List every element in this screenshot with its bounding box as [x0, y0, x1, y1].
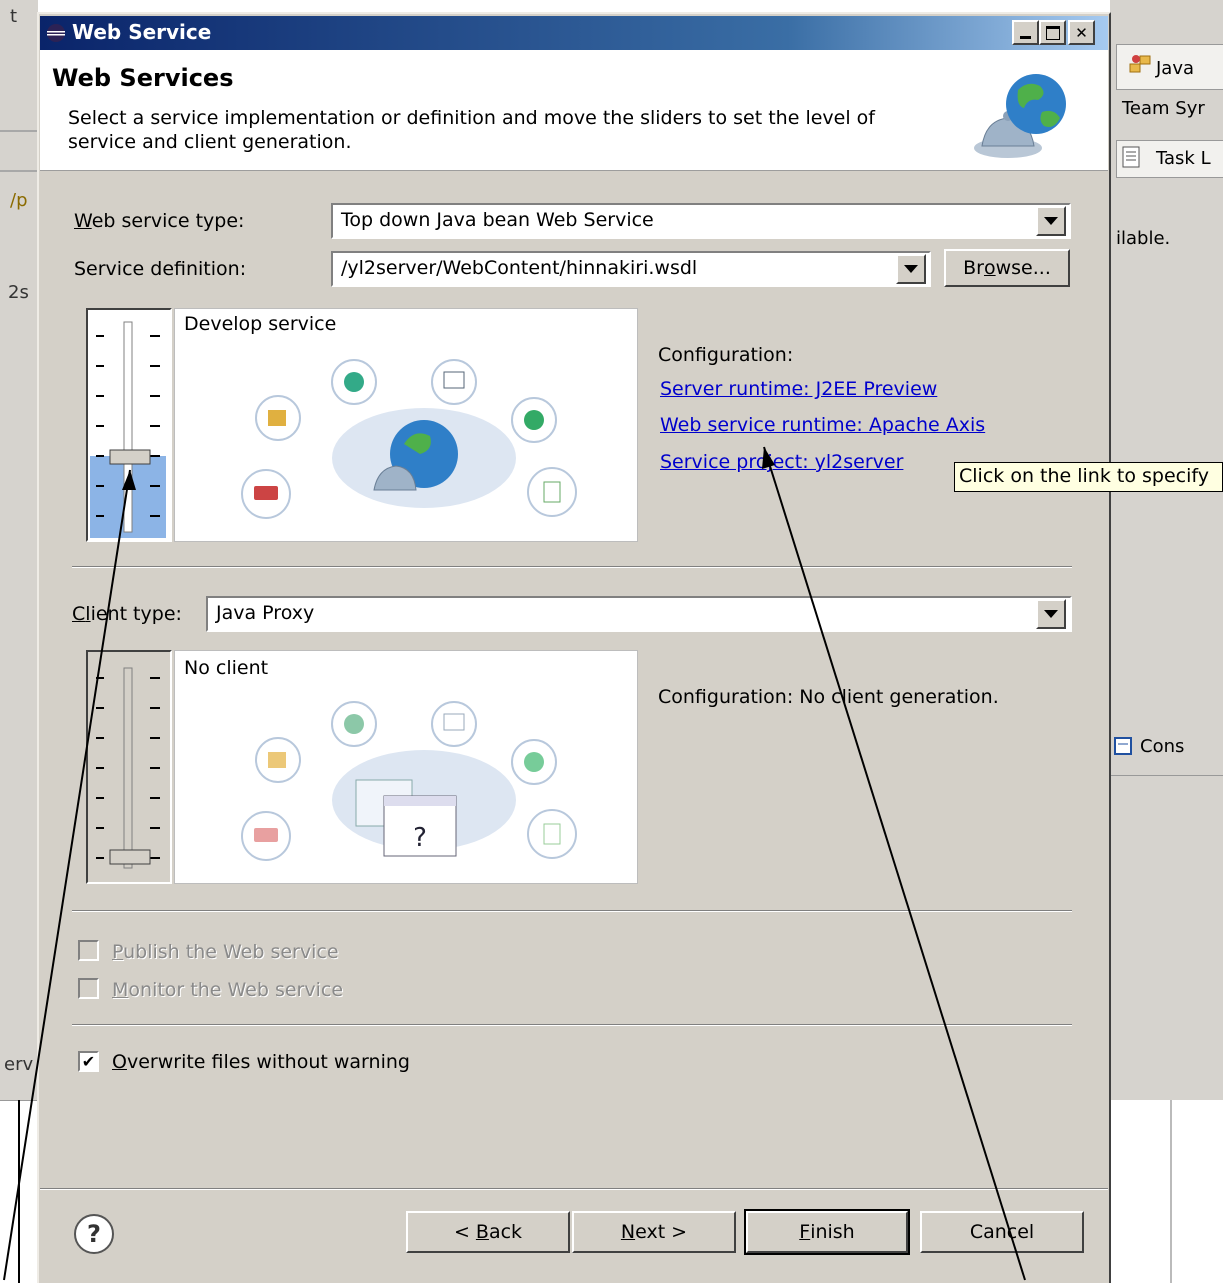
annotation-arrow	[763, 446, 1026, 1281]
annotation-arrows	[3, 446, 1026, 1281]
annotation-arrow	[3, 469, 131, 1281]
arrowhead-icon	[122, 470, 136, 490]
arrowhead-icon	[762, 447, 775, 469]
